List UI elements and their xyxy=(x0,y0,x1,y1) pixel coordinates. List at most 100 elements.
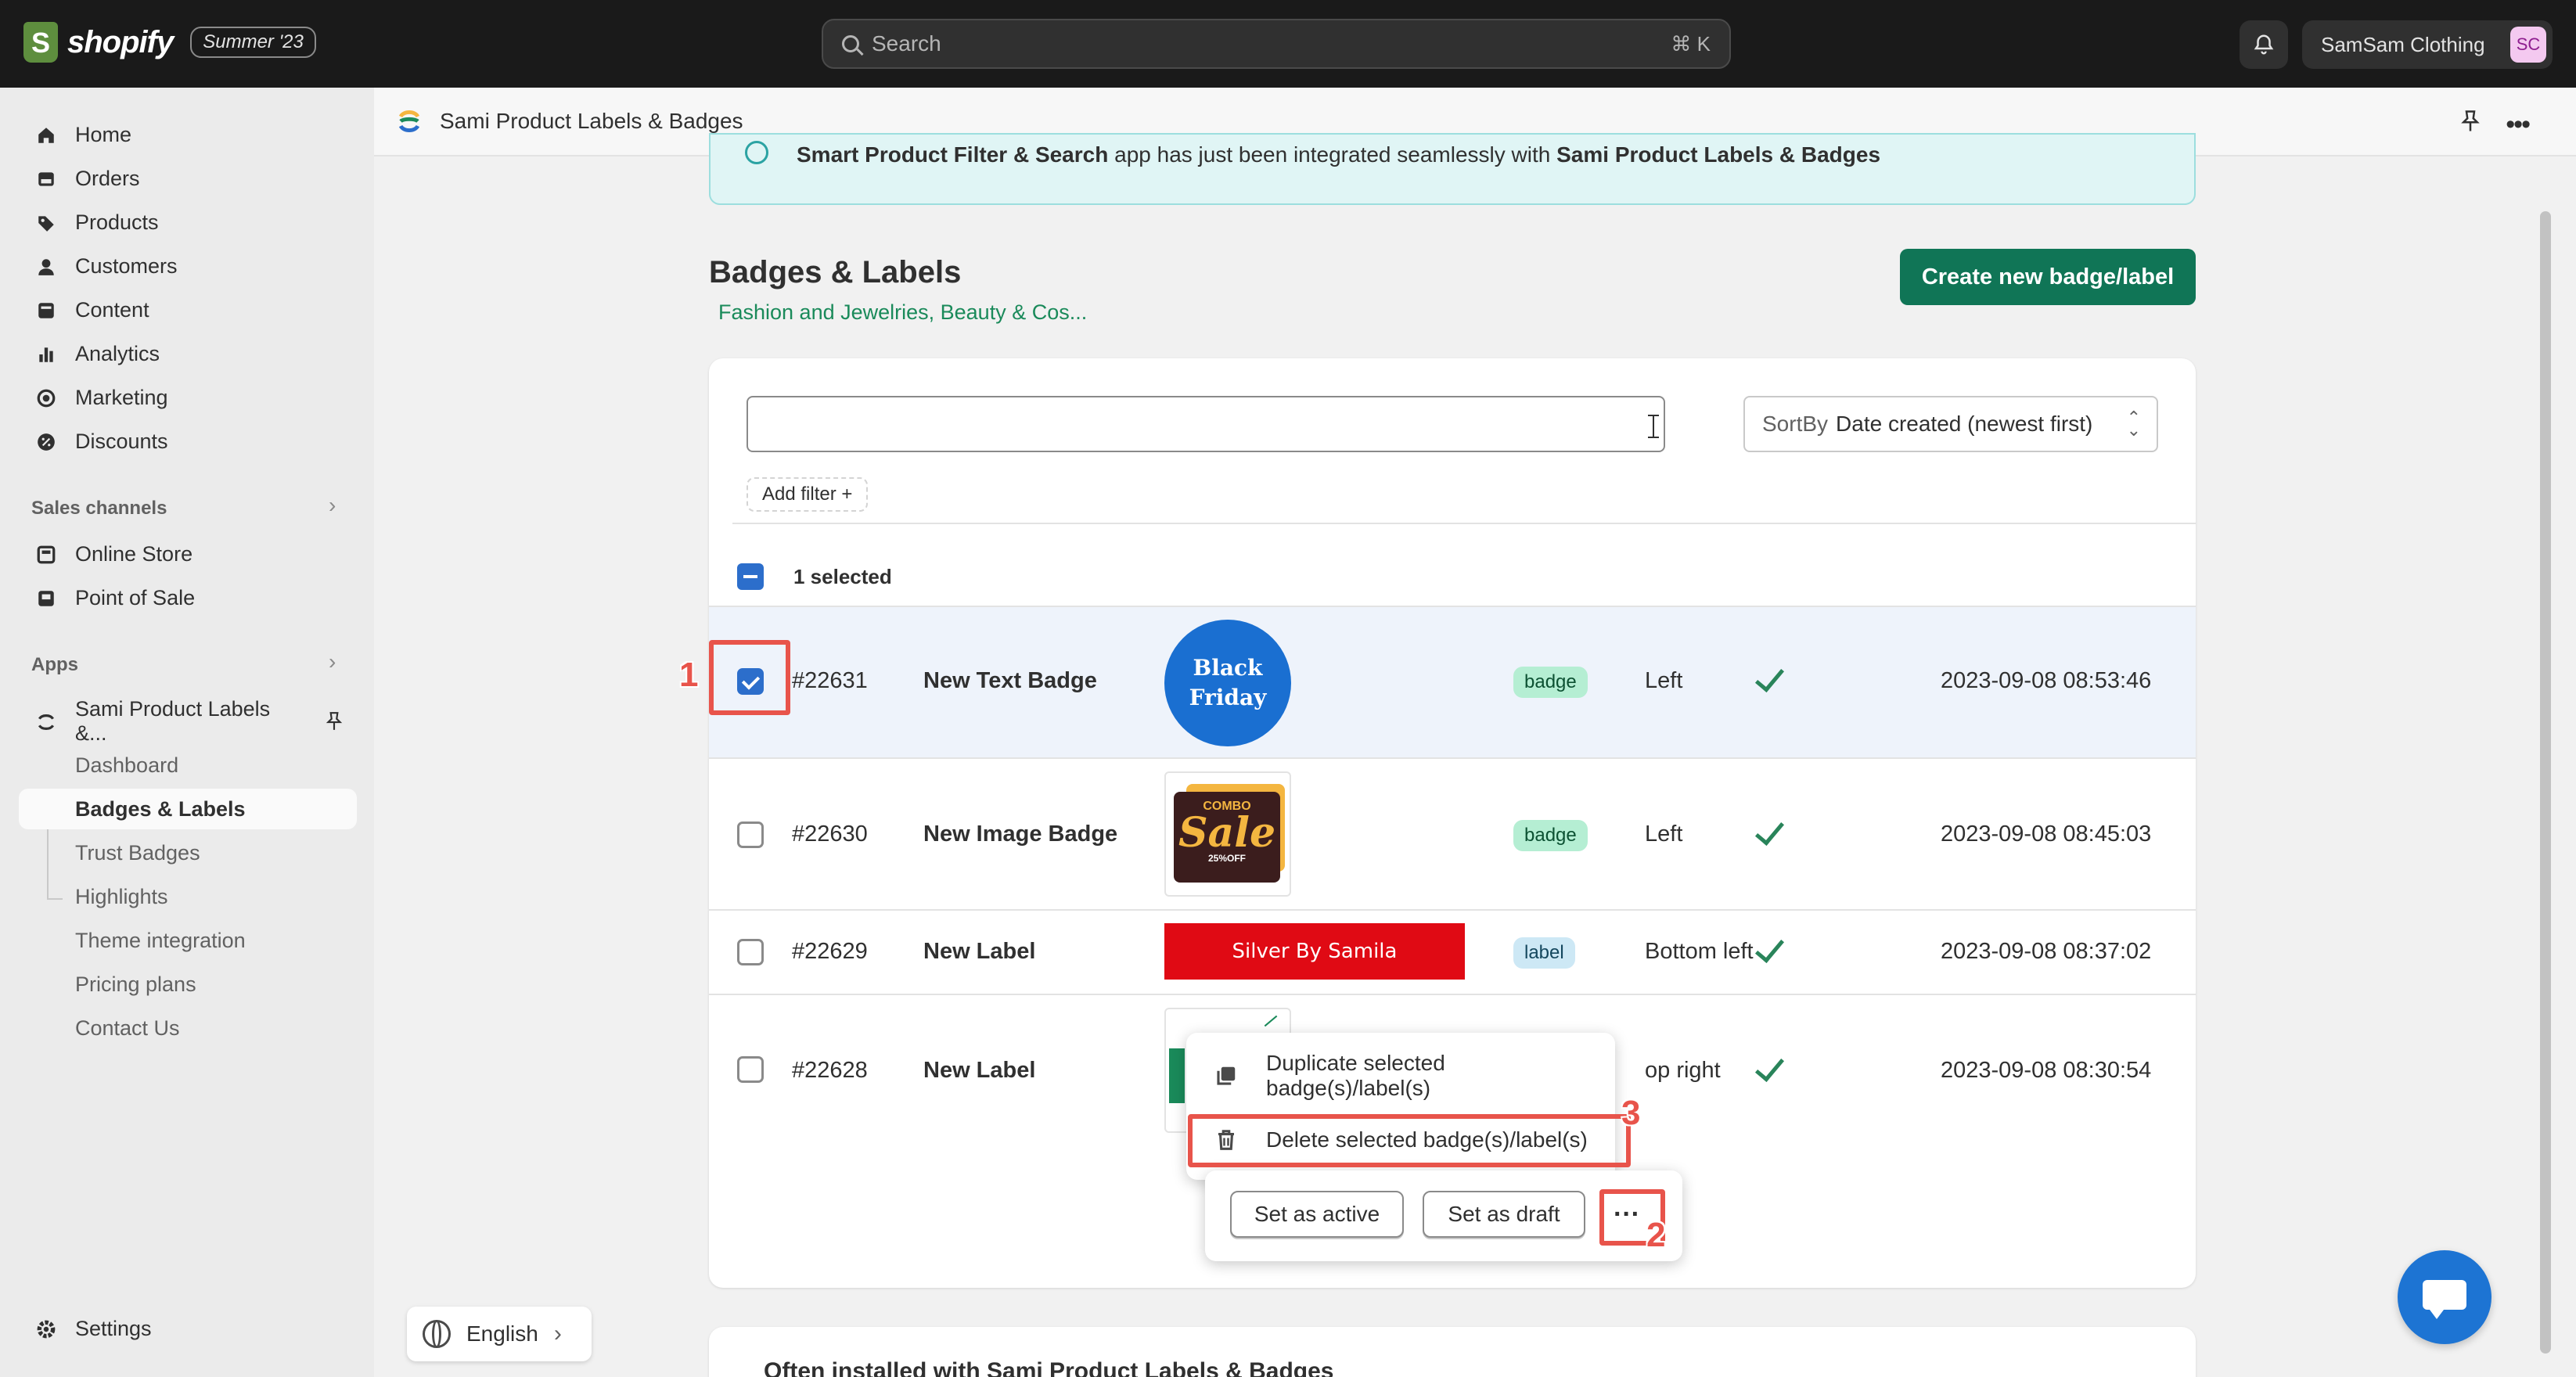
search-input[interactable] xyxy=(747,396,1665,452)
sidebar-item-home[interactable]: Home xyxy=(19,114,357,155)
sidebar-item-label: Discounts xyxy=(75,429,168,453)
row-position: Left xyxy=(1645,822,1683,847)
sidebar-item-label: Home xyxy=(75,122,132,146)
sidebar-item-label: Highlights xyxy=(75,884,168,908)
row-id: #22630 xyxy=(792,822,868,847)
sidebar-item-online-store[interactable]: Online Store xyxy=(19,534,357,574)
sidebar-item-customers[interactable]: Customers xyxy=(19,246,357,286)
language-switcher[interactable]: English › xyxy=(407,1307,592,1361)
sidebar-item-discounts[interactable]: Discounts xyxy=(19,421,357,462)
row-checkbox[interactable] xyxy=(737,1056,764,1083)
store-categories-link[interactable]: Fashion and Jewelries, Beauty & Cos... xyxy=(718,300,1087,325)
banner-bold-1: Smart Product Filter & Search xyxy=(797,142,1109,167)
annotation-number-1: 1 xyxy=(679,656,699,694)
menu-item-label: Duplicate selected badge(s)/label(s) xyxy=(1266,1051,1445,1100)
row-name[interactable]: New Label xyxy=(923,1058,1035,1084)
info-icon xyxy=(745,141,768,164)
integration-banner: Smart Product Filter & Search app has ju… xyxy=(709,133,2196,205)
row-created: 2023-09-08 08:53:46 xyxy=(1941,668,2152,693)
sami-app-icon xyxy=(38,714,55,731)
pin-icon[interactable] xyxy=(2459,110,2482,133)
sidebar-item-label: Trust Badges xyxy=(75,840,200,865)
store-icon xyxy=(37,545,56,564)
row-checkbox[interactable] xyxy=(737,939,764,965)
row-created: 2023-09-08 08:37:02 xyxy=(1941,939,2152,964)
pos-icon xyxy=(38,591,54,606)
sidebar-subitem-dashboard[interactable]: Dashboard xyxy=(19,745,357,786)
sidebar-item-label: Badges & Labels xyxy=(75,796,246,821)
create-badge-button[interactable]: Create new badge/label xyxy=(1900,249,2196,305)
sidebar-item-analytics[interactable]: Analytics xyxy=(19,333,357,374)
add-filter-button[interactable]: Add filter + xyxy=(747,477,869,512)
sidebar-item-label: Sami Product Labels &... xyxy=(75,697,271,745)
chevron-right-icon[interactable]: › xyxy=(329,493,336,518)
annotation-box-1 xyxy=(709,640,790,715)
shopify-bag-icon xyxy=(23,22,58,63)
sort-select[interactable]: SortBy Date created (newest first) ⌃ ⌄ xyxy=(1743,396,2158,452)
row-position: op right xyxy=(1645,1058,1721,1083)
sidebar-item-products[interactable]: Products xyxy=(19,202,357,243)
set-draft-button[interactable]: Set as draft xyxy=(1423,1191,1585,1238)
row-name[interactable]: New Image Badge xyxy=(923,822,1117,847)
bar-chart-icon xyxy=(39,347,53,362)
sales-channels-heading: Sales channels xyxy=(31,498,167,519)
duplicate-icon xyxy=(1217,1066,1236,1085)
text-cursor-icon xyxy=(1648,415,1659,438)
sidebar-item-label: Pricing plans xyxy=(75,972,196,996)
sort-value: Date created (newest first) xyxy=(1836,412,2093,436)
more-actions-icon[interactable]: ••• xyxy=(2506,110,2531,140)
sidebar-item-marketing[interactable]: Marketing xyxy=(19,377,357,418)
gear-icon xyxy=(37,1320,56,1339)
duplicate-selected-menu-item[interactable]: Duplicate selected badge(s)/label(s) xyxy=(1186,1047,1615,1105)
account-menu[interactable]: SamSam Clothing SC xyxy=(2302,20,2553,69)
sidebar-item-label: Marketing xyxy=(75,385,168,409)
row-name[interactable]: New Text Badge xyxy=(923,668,1097,694)
sidebar-item-settings[interactable]: Settings xyxy=(19,1308,357,1349)
app-title: Sami Product Labels & Badges xyxy=(440,109,743,133)
notifications-button[interactable] xyxy=(2240,20,2288,69)
table-row[interactable]: #22631 New Text Badge Black Friday badge… xyxy=(709,606,2196,757)
chevron-right-icon[interactable]: › xyxy=(329,649,336,674)
type-tag: badge xyxy=(1513,667,1588,698)
row-checkbox[interactable] xyxy=(737,822,764,848)
sidebar-item-orders[interactable]: Orders xyxy=(19,158,357,199)
sidebar-subitem-contact-us[interactable]: Contact Us xyxy=(19,1008,357,1048)
chat-bubble-icon[interactable] xyxy=(2398,1250,2491,1344)
preview-line-2: Friday xyxy=(1189,685,1267,710)
sidebar-item-point-of-sale[interactable]: Point of Sale xyxy=(19,577,357,618)
row-name[interactable]: New Label xyxy=(923,939,1035,965)
table-row[interactable]: #22630 New Image Badge COMBO Sale 25%OFF… xyxy=(709,757,2196,909)
sidebar-item-label: Theme integration xyxy=(75,928,246,952)
annotation-number-3: 3 xyxy=(1621,1094,1641,1132)
globe-icon xyxy=(423,1320,451,1348)
sidebar-subitem-theme-integration[interactable]: Theme integration xyxy=(19,920,357,961)
sidebar-item-content[interactable]: Content xyxy=(19,289,357,330)
target-icon xyxy=(37,389,56,408)
badge-preview: Black Friday xyxy=(1164,620,1291,746)
edition-badge: Summer '23 xyxy=(190,27,316,58)
sidebar-item-label: Content xyxy=(75,297,149,322)
pin-icon[interactable] xyxy=(324,710,344,732)
person-icon xyxy=(38,259,54,275)
sidebar-item-sami-app[interactable]: Sami Product Labels &... xyxy=(19,697,357,745)
row-id: #22631 xyxy=(792,668,868,693)
sidebar-subitem-pricing-plans[interactable]: Pricing plans xyxy=(19,964,357,1005)
scrollbar-thumb[interactable] xyxy=(2540,211,2551,1354)
global-search[interactable]: Search ⌘ K xyxy=(822,19,1731,69)
shopify-logo[interactable]: shopify Summer '23 xyxy=(23,22,316,63)
table-row[interactable]: #22629 New Label Silver By Samila label … xyxy=(709,909,2196,994)
active-check-icon xyxy=(1751,817,1786,851)
brand-name: shopify xyxy=(67,24,174,59)
sidebar-subitem-trust-badges[interactable]: Trust Badges xyxy=(19,832,357,873)
row-position: Bottom left xyxy=(1645,939,1754,964)
sidebar-subitem-highlights[interactable]: Highlights xyxy=(19,876,357,917)
chevron-right-icon: › xyxy=(553,1321,562,1346)
sidebar-subitem-badges-labels[interactable]: Badges & Labels xyxy=(19,789,357,829)
search-shortcut: ⌘ K xyxy=(1671,31,1711,56)
row-created: 2023-09-08 08:45:03 xyxy=(1941,822,2152,847)
set-active-button[interactable]: Set as active xyxy=(1230,1191,1404,1238)
row-id: #22628 xyxy=(792,1058,868,1083)
top-bar: shopify Summer '23 Search ⌘ K SamSam Clo… xyxy=(0,0,2576,88)
search-icon xyxy=(842,35,859,52)
select-all-checkbox[interactable] xyxy=(737,563,764,590)
